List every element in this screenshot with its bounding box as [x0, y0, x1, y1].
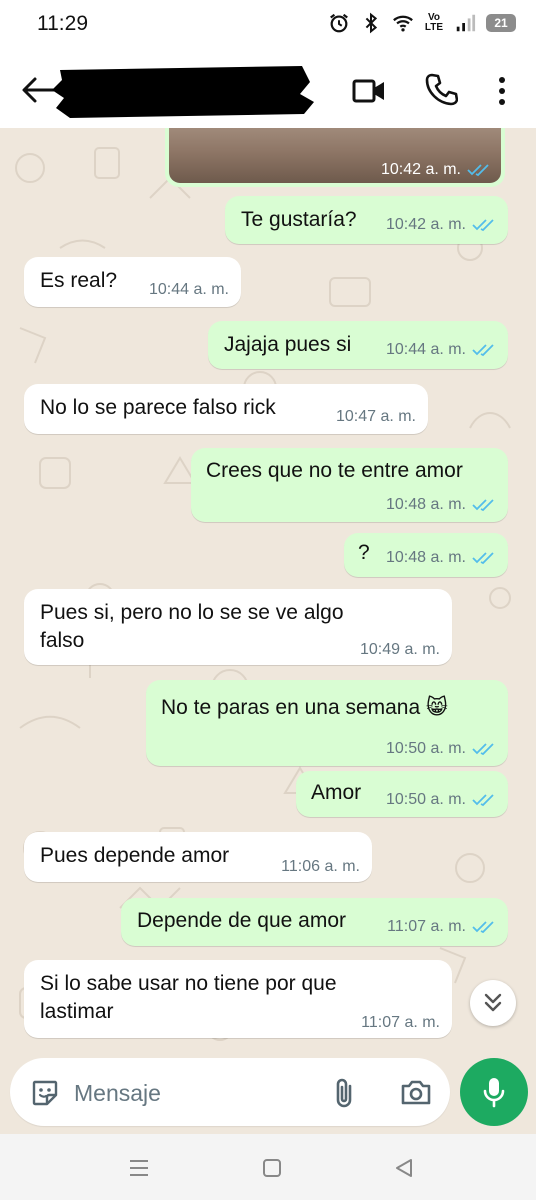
- message-time: 10:47 a. m.: [335, 408, 416, 425]
- message-input-container[interactable]: [10, 1058, 450, 1126]
- message-meta: 10:50 a. m.: [386, 740, 496, 758]
- scroll-to-bottom-button[interactable]: [470, 980, 516, 1026]
- message-bubble-outgoing[interactable]: ? 10:48 a. m.: [344, 533, 508, 577]
- read-ticks-icon: [472, 344, 494, 357]
- message-text: Si lo sabe usar no tiene por que lastima…: [40, 972, 337, 1023]
- message-time: 11:06 a. m.: [281, 858, 360, 875]
- mic-icon: [483, 1078, 505, 1108]
- message-meta: 11:07 a. m.: [387, 918, 496, 936]
- system-nav-bar: [0, 1134, 536, 1200]
- message-meta: 10:44 a. m.: [386, 341, 496, 359]
- message-input[interactable]: [72, 1076, 326, 1110]
- sticker-icon[interactable]: [30, 1078, 60, 1108]
- message-bubble-incoming[interactable]: No lo se parece falso rick 10:47 a. m.: [24, 384, 428, 434]
- message-time: 10:50 a. m.: [385, 740, 466, 757]
- battery-icon: 21: [486, 14, 516, 32]
- message-text: Depende de que amor: [137, 909, 346, 932]
- message-bubble-outgoing[interactable]: Jajaja pues si 10:44 a. m.: [208, 321, 508, 369]
- message-bubble-incoming[interactable]: Si lo sabe usar no tiene por que lastima…: [24, 960, 452, 1038]
- status-icons: Vo LTE 21: [328, 12, 516, 34]
- message-text: Amor: [311, 781, 362, 804]
- message-bubble-outgoing[interactable]: No te paras en una semana 😸 10:50 a. m.: [146, 680, 508, 766]
- message-meta: 10:42 a. m.: [381, 161, 491, 179]
- message-meta: 10:50 a. m.: [386, 791, 496, 809]
- chat-header: [0, 52, 536, 128]
- contact-name-redacted[interactable]: [52, 64, 314, 118]
- message-bubble-outgoing[interactable]: Amor 10:50 a. m.: [296, 771, 508, 817]
- read-ticks-icon: [472, 219, 494, 232]
- more-vert-icon[interactable]: [490, 74, 514, 108]
- message-meta: 10:42 a. m.: [386, 216, 496, 234]
- message-time: 10:48 a. m.: [385, 549, 466, 566]
- message-time: 11:07 a. m.: [387, 918, 466, 935]
- home-icon[interactable]: [262, 1158, 282, 1178]
- message-time: 11:07 a. m.: [361, 1014, 440, 1031]
- message-text: Jajaja pues si: [224, 333, 352, 356]
- status-bar: 11:29 Vo LTE 21: [0, 0, 536, 52]
- message-time: 10:48 a. m.: [385, 496, 466, 513]
- phone-icon[interactable]: [424, 72, 458, 106]
- message-time: 10:50 a. m.: [385, 791, 466, 808]
- volte-icon: Vo LTE: [424, 12, 444, 33]
- message-meta: 10:49 a. m.: [360, 641, 440, 659]
- message-meta: 10:48 a. m.: [386, 549, 496, 567]
- composer-bar: [0, 1050, 536, 1134]
- mic-button[interactable]: [460, 1058, 528, 1126]
- message-text: ?: [358, 541, 370, 564]
- read-ticks-icon: [472, 552, 494, 565]
- message-time: 10:44 a. m.: [385, 341, 466, 358]
- message-bubble-incoming[interactable]: Pues depende amor 11:06 a. m.: [24, 832, 372, 882]
- message-bubble-incoming[interactable]: Pues si, pero no lo se se ve algo falso …: [24, 589, 452, 665]
- read-ticks-icon: [472, 743, 494, 756]
- read-ticks-icon: [472, 794, 494, 807]
- message-text: Crees que no te entre amor: [206, 459, 463, 482]
- message-time: 10:44 a. m.: [148, 281, 229, 298]
- message-bubble-outgoing[interactable]: Te gustaría? 10:42 a. m.: [225, 196, 508, 244]
- message-text: Es real?: [40, 269, 118, 292]
- message-text: Pues depende amor: [40, 844, 230, 867]
- alarm-icon: [330, 13, 348, 33]
- back-triangle-icon[interactable]: [394, 1158, 414, 1178]
- recents-icon[interactable]: [128, 1158, 150, 1178]
- message-meta: 10:44 a. m.: [149, 281, 229, 299]
- message-text: Pues si, pero no lo se se ve algo falso: [40, 601, 344, 652]
- message-text: Te gustaría?: [241, 208, 357, 231]
- read-ticks-icon: [467, 164, 489, 177]
- camera-icon[interactable]: [400, 1078, 432, 1106]
- message-image[interactable]: 10:42 a. m.: [165, 128, 505, 187]
- message-bubble-incoming[interactable]: Es real? 10:44 a. m.: [24, 257, 241, 307]
- message-time: 10:49 a. m.: [359, 641, 440, 658]
- message-meta: 10:48 a. m.: [386, 496, 496, 514]
- status-time: 11:29: [37, 12, 88, 35]
- back-arrow-icon[interactable]: [20, 74, 56, 106]
- message-text: No lo se parece falso rick: [40, 396, 276, 419]
- wifi-icon: [393, 15, 413, 32]
- message-meta: 11:06 a. m.: [281, 858, 360, 876]
- signal-icon: [456, 14, 476, 32]
- bluetooth-icon: [365, 12, 378, 34]
- message-bubble-outgoing[interactable]: Crees que no te entre amor 10:48 a. m.: [191, 448, 508, 522]
- message-meta: 10:47 a. m.: [336, 408, 416, 426]
- message-text: No te paras en una semana 😸: [161, 696, 448, 719]
- chat-area[interactable]: 10:42 a. m. Te gustaría? 10:42 a. m. Es …: [0, 128, 536, 1050]
- message-time: 10:42 a. m.: [380, 161, 461, 178]
- message-bubble-outgoing[interactable]: Depende de que amor 11:07 a. m.: [121, 898, 508, 946]
- read-ticks-icon: [472, 921, 494, 934]
- message-meta: 11:07 a. m.: [361, 1014, 440, 1032]
- video-call-icon[interactable]: [352, 76, 386, 106]
- read-ticks-icon: [472, 499, 494, 512]
- paperclip-icon[interactable]: [332, 1076, 358, 1110]
- message-time: 10:42 a. m.: [385, 216, 466, 233]
- double-chevron-down-icon: [484, 993, 502, 1012]
